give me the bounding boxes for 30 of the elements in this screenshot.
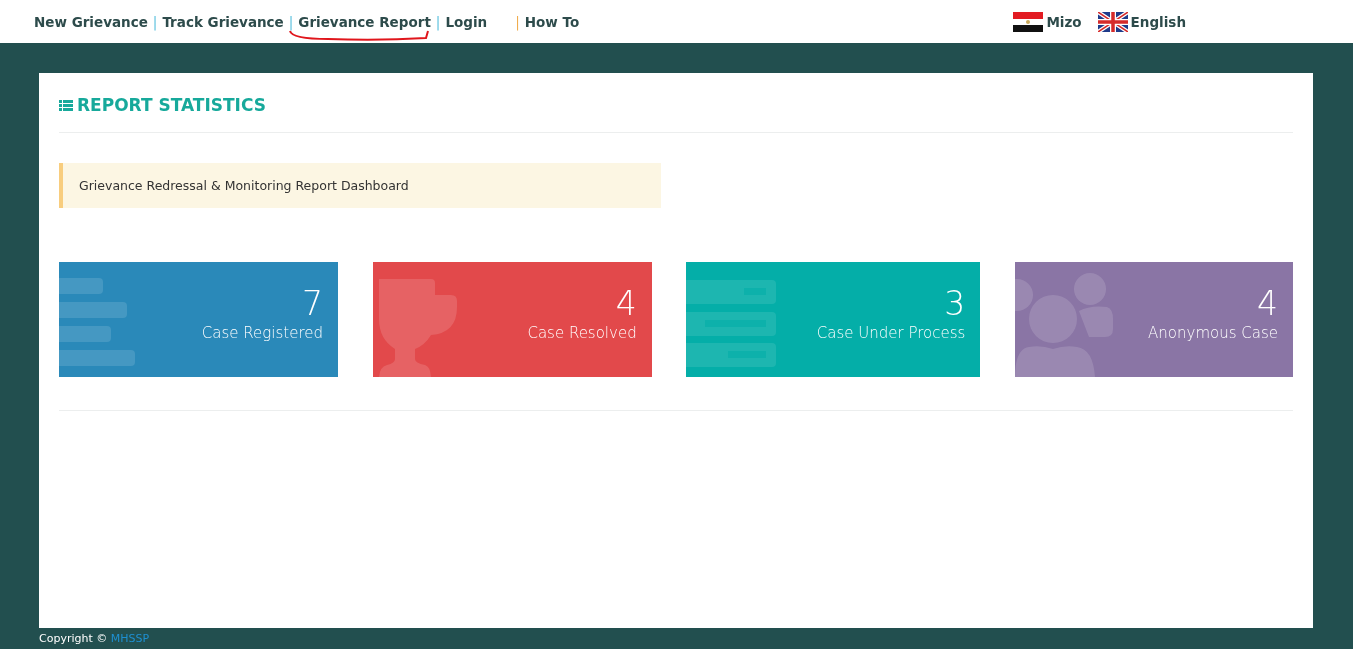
nav-link[interactable]: New Grievance	[34, 13, 148, 30]
separator: |	[288, 13, 294, 30]
nav-link[interactable]: Login	[445, 13, 488, 30]
stat-label: Case Resolved	[527, 324, 637, 342]
nav-link[interactable]: How To	[524, 13, 580, 30]
stat-tile[interactable]: 4 Anonymous Case	[1014, 262, 1293, 377]
panel-title: REPORT STATISTICS	[77, 95, 266, 115]
flag-icon	[1097, 11, 1128, 32]
stat-count: 3	[944, 286, 966, 322]
server-icon	[686, 280, 779, 370]
stat-label: Case Under Process	[816, 324, 966, 342]
stat-count: 4	[1256, 286, 1278, 322]
language-link[interactable]: Mizo	[1013, 11, 1082, 32]
stat-count: 7	[302, 286, 323, 322]
stat-label: Case Registered	[201, 324, 323, 342]
nav-link[interactable]: Grievance Report	[298, 13, 431, 30]
copyright-text: Copyright ©	[39, 632, 108, 645]
separator: |	[435, 13, 441, 30]
users-icon	[1014, 271, 1115, 377]
stat-tile[interactable]: 4 Case Resolved	[372, 262, 652, 377]
separator: |	[515, 13, 520, 30]
list-icon	[59, 99, 73, 111]
nav-link[interactable]: Track Grievance	[162, 13, 284, 30]
flag-icon	[1013, 11, 1044, 32]
separator: |	[152, 13, 158, 30]
stat-label: Anonymous Case	[1148, 324, 1278, 342]
stat-tile[interactable]: 7 Case Registered	[59, 262, 338, 377]
notice: Grievance Redressal & Monitoring Report Dashboard	[59, 163, 661, 208]
stat-count: 4	[615, 286, 637, 322]
language-link[interactable]: English	[1097, 11, 1186, 32]
